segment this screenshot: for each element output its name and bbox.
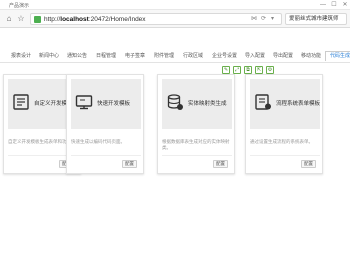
share-icon[interactable]: ⋈: [251, 15, 257, 24]
tab-mobile[interactable]: 移动功能: [301, 52, 321, 60]
form-icon: [13, 94, 29, 110]
card-title: 快速开发模板: [97, 101, 131, 107]
card-description: 通过设置生成流程的系统表单。: [250, 139, 313, 144]
card-divider: [162, 155, 232, 156]
secure-icon: [34, 16, 41, 23]
refresh-icon[interactable]: ⟳: [261, 15, 266, 24]
tab-news-center[interactable]: 新闻中心: [39, 52, 59, 60]
tab-import-config[interactable]: 导入配置: [245, 52, 265, 60]
card-divider: [250, 155, 320, 156]
tab-e-signature[interactable]: 电子签章: [125, 52, 145, 60]
star-icon[interactable]: ☆: [16, 14, 26, 24]
tab-enterprise-settings[interactable]: 企业号设置: [212, 52, 237, 60]
database-icon: [167, 94, 183, 110]
close-button[interactable]: ✕: [340, 1, 350, 9]
search-text: 爱丽丝式城市建筑师: [289, 16, 339, 22]
card-entity-mapping: 实体映射类生成 根据数据库表生成对应的实体映射类。 配置: [157, 74, 235, 174]
maximize-button[interactable]: ☐: [329, 1, 339, 9]
address-bar-row: ⌂ ☆ http://localhost:20472/Home/Index ⋈ …: [0, 10, 350, 28]
card-header: 流程系统表单模板: [250, 79, 320, 129]
configure-button[interactable]: 配置: [213, 160, 228, 168]
fullscreen-icon[interactable]: ⤢: [233, 66, 241, 74]
card-description: 根据数据库表生成对应的实体映射类。: [162, 139, 230, 150]
card-header: 快速开发模板: [71, 79, 141, 129]
configure-button[interactable]: 配置: [301, 160, 316, 168]
module-tabs: 报表设计 新闻中心 通知公告 日程管理 电子签章 附件管理 行政区域 企业号设置…: [0, 51, 350, 61]
card-workflow-template: 流程系统表单模板 通过设置生成流程的系统表单。 配置: [245, 74, 323, 174]
settings-icon[interactable]: ⚙: [266, 66, 274, 74]
tab-notices[interactable]: 通知公告: [67, 52, 87, 60]
tab-export-config[interactable]: 导出配置: [273, 52, 293, 60]
card-title: 流程系统表单模板: [276, 101, 321, 107]
card-description: 快速生成以编码代码页面。: [71, 139, 125, 144]
browser-titlebar: 产品演示 — ☐ ✕: [0, 0, 350, 10]
search-input[interactable]: 爱丽丝式城市建筑师: [285, 13, 347, 25]
tab-report-design[interactable]: 报表设计: [11, 52, 31, 60]
card-header: 实体映射类生成: [162, 79, 232, 129]
card-divider: [71, 155, 141, 156]
card-title: 实体映射类生成: [188, 101, 227, 107]
export-icon[interactable]: ⇱: [255, 66, 263, 74]
card-quick-template: 快速开发模板 快速生成以编码代码页面。 配置: [66, 74, 144, 174]
home-icon[interactable]: ⌂: [4, 14, 14, 24]
tab-attachments[interactable]: 附件管理: [154, 52, 174, 60]
copy-icon[interactable]: ⧉: [244, 66, 252, 74]
dropdown-arrow-icon[interactable]: ▾: [271, 15, 274, 24]
tab-code-generator[interactable]: 代码生成器: [325, 51, 350, 61]
minimize-button[interactable]: —: [318, 1, 328, 9]
monitor-icon: [75, 95, 93, 110]
browser-tab-title[interactable]: 产品演示: [9, 2, 29, 9]
url-field[interactable]: http://localhost:20472/Home/Index ⋈ ⟳ ▾: [30, 13, 282, 25]
workflow-icon: [255, 94, 271, 110]
tab-schedule[interactable]: 日程管理: [96, 52, 116, 60]
tabs-divider: [0, 62, 350, 63]
edit-icon[interactable]: ✎: [222, 66, 230, 74]
tab-regions[interactable]: 行政区域: [183, 52, 203, 60]
url-text: http://localhost:20472/Home/Index: [44, 16, 146, 23]
configure-button[interactable]: 配置: [122, 160, 137, 168]
